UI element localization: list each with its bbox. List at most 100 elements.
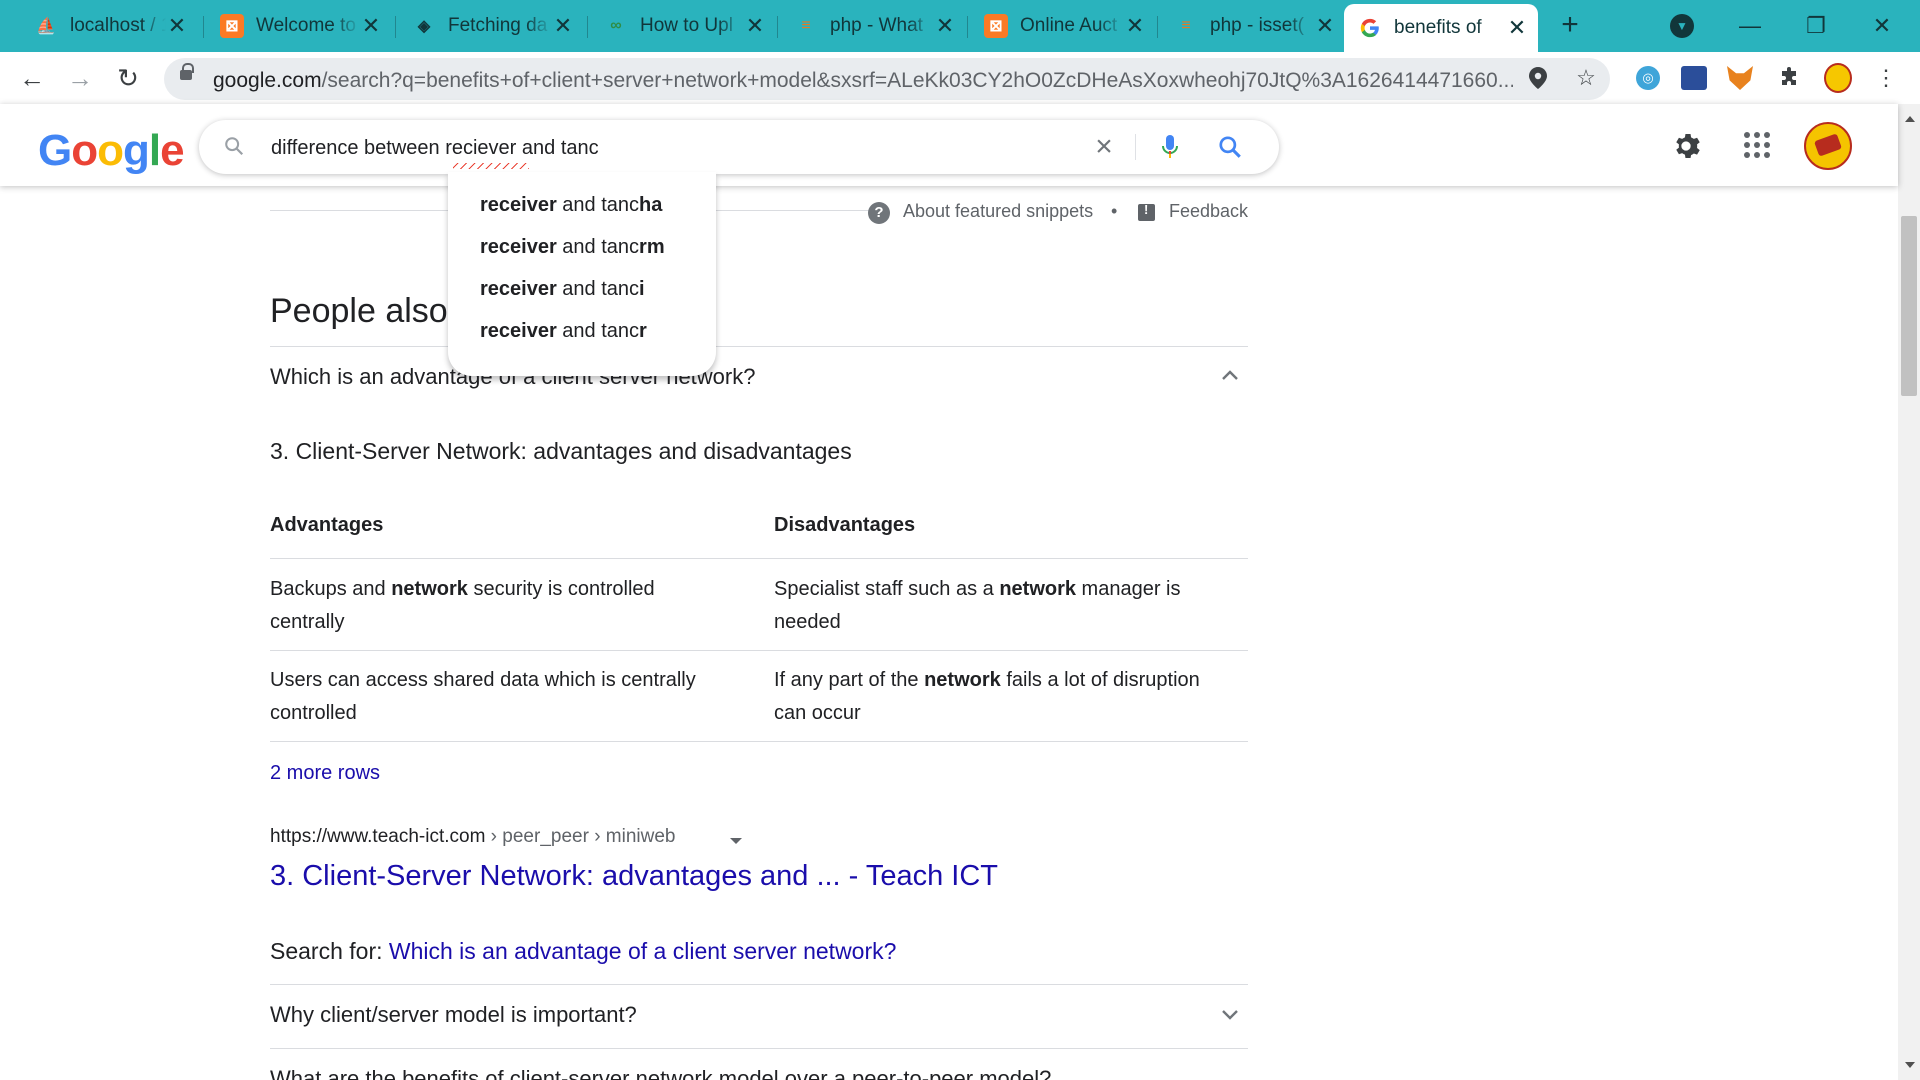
- location-pin-icon[interactable]: [1524, 64, 1552, 92]
- tab-php-what[interactable]: ≡ php - What ✕: [780, 6, 966, 46]
- tab-separator: [395, 16, 396, 38]
- profile-avatar-small[interactable]: [1824, 63, 1852, 93]
- search-input[interactable]: [271, 134, 1051, 162]
- minimize-button[interactable]: —: [1720, 6, 1780, 46]
- cell-text: Backups and: [270, 578, 392, 600]
- close-tab-icon[interactable]: ✕: [1506, 15, 1528, 41]
- divider: [270, 346, 1248, 347]
- help-circle-icon[interactable]: ?: [868, 202, 890, 224]
- tab-localhost[interactable]: ⛵ localhost / 1 ✕: [20, 6, 198, 46]
- suggestion-item[interactable]: receiver and tanci: [448, 268, 716, 310]
- table-cell-disadvantage: If any part of the network fails a lot o…: [774, 664, 1234, 730]
- geeksforgeeks-icon: ∞: [610, 17, 622, 34]
- suggestion-item[interactable]: receiver and tancrm: [448, 226, 716, 268]
- close-tab-icon[interactable]: ✕: [934, 13, 956, 39]
- divider: [270, 984, 1248, 985]
- account-avatar[interactable]: [1804, 122, 1852, 170]
- tab-welcome[interactable]: ⊠ Welcome to ✕: [206, 6, 392, 46]
- search-submit-icon[interactable]: [1217, 134, 1243, 160]
- tab-strip: ⛵ localhost / 1 ✕ ⊠ Welcome to ✕ ◈ Fetch…: [0, 0, 1920, 52]
- cite-menu-caret-icon[interactable]: [730, 838, 742, 844]
- tab-separator: [203, 16, 204, 38]
- table-divider: [270, 650, 1248, 651]
- google-icon: [1358, 16, 1382, 40]
- column-header-advantages: Advantages: [270, 514, 384, 536]
- scroll-thumb[interactable]: [1901, 216, 1917, 396]
- bold-keyword: network: [999, 578, 1076, 600]
- close-tab-icon[interactable]: ✕: [1314, 13, 1336, 39]
- about-featured-snippets-link[interactable]: About featured snippets: [903, 201, 1093, 222]
- bold-keyword: network: [924, 669, 1001, 691]
- suggestion-item[interactable]: receiver and tancr: [448, 310, 716, 352]
- bookmark-star-icon[interactable]: ☆: [1572, 64, 1600, 92]
- forward-arrow-icon[interactable]: →: [62, 60, 98, 96]
- close-window-button[interactable]: ✕: [1852, 6, 1912, 46]
- people-also-ask-heading: People also: [270, 292, 448, 330]
- search-icon: [225, 137, 244, 156]
- metamask-fox-icon[interactable]: [1726, 64, 1754, 92]
- google-logo[interactable]: Google: [38, 126, 185, 176]
- settings-gear-icon[interactable]: [1672, 130, 1704, 162]
- search-for-link[interactable]: Which is an advantage of a client server…: [389, 938, 897, 964]
- chrome-menu-icon[interactable]: ⋮: [1872, 64, 1900, 92]
- cell-text: If any part of the: [774, 669, 925, 691]
- feedback-icon[interactable]: [1138, 202, 1155, 221]
- cell-text: Users can access shared data which is ce…: [270, 669, 696, 724]
- extension-shield-icon[interactable]: ◎: [1634, 64, 1662, 92]
- microphone-icon[interactable]: [1157, 133, 1183, 161]
- clear-search-icon[interactable]: ×: [1089, 132, 1119, 162]
- codegrepper-icon: ◈: [417, 18, 431, 35]
- search-for-line: Search for: Which is an advantage of a c…: [270, 938, 897, 964]
- chevron-down-icon[interactable]: [1220, 1004, 1240, 1024]
- paa-question[interactable]: Why client/server model is important?: [270, 1002, 637, 1028]
- close-tab-icon[interactable]: ✕: [744, 13, 766, 39]
- feedback-link[interactable]: Feedback: [1169, 201, 1248, 222]
- answer-title: 3. Client-Server Network: advantages and…: [270, 438, 852, 464]
- separator-dot: •: [1111, 201, 1118, 221]
- scroll-up-arrow-icon[interactable]: [1905, 116, 1915, 122]
- tab-separator: [587, 16, 588, 38]
- paa-question[interactable]: What are the benefits of client-server n…: [270, 1066, 1051, 1080]
- table-cell-advantage: Backups and network security is controll…: [270, 573, 730, 639]
- page-scrollbar[interactable]: [1898, 104, 1920, 1080]
- url-text[interactable]: google.com/search?q=benefits+of+client+s…: [213, 69, 1513, 93]
- restore-button[interactable]: ❐: [1786, 6, 1846, 46]
- table-cell-advantage: Users can access shared data which is ce…: [270, 664, 730, 730]
- close-tab-icon[interactable]: ✕: [1124, 13, 1146, 39]
- search-results: ? About featured snippets • Feedback Peo…: [0, 186, 1898, 1080]
- result-cite[interactable]: https://www.teach-ict.com › peer_peer › …: [270, 826, 676, 848]
- cast-extension-icon[interactable]: [1680, 64, 1708, 92]
- xampp-icon: ⊠: [220, 14, 244, 38]
- lock-icon[interactable]: [180, 63, 194, 80]
- extensions-puzzle-icon[interactable]: [1776, 64, 1804, 92]
- google-apps-icon[interactable]: [1744, 132, 1770, 158]
- search-divider: [1135, 134, 1136, 160]
- cell-text: Specialist staff such as a: [774, 578, 1000, 600]
- close-tab-icon[interactable]: ✕: [360, 13, 382, 39]
- phpmyadmin-icon: ⛵: [36, 18, 56, 35]
- suggestion-item[interactable]: receiver and tancha: [448, 184, 716, 226]
- tab-fetching[interactable]: ◈ Fetching da ✕: [398, 6, 584, 46]
- tab-benefits-of[interactable]: benefits of ✕: [1344, 4, 1538, 52]
- tab-search-icon[interactable]: ▼: [1670, 14, 1694, 38]
- column-header-disadvantages: Disadvantages: [774, 514, 916, 536]
- tab-php-isset[interactable]: ≡ php - isset( ✕: [1160, 6, 1346, 46]
- close-tab-icon[interactable]: ✕: [166, 13, 188, 39]
- table-divider: [270, 558, 1248, 559]
- new-tab-button[interactable]: +: [1552, 8, 1588, 44]
- back-arrow-icon[interactable]: ←: [14, 60, 50, 96]
- table-cell-disadvantage: Specialist staff such as a network manag…: [774, 573, 1234, 639]
- chevron-up-icon[interactable]: [1220, 366, 1240, 386]
- tab-online-auction[interactable]: ⊠ Online Auct ✕: [970, 6, 1156, 46]
- reload-icon[interactable]: ↻: [110, 60, 146, 96]
- stackoverflow-icon: ≡: [801, 17, 811, 34]
- search-box[interactable]: ×: [199, 120, 1279, 174]
- scroll-down-arrow-icon[interactable]: [1905, 1062, 1915, 1068]
- google-header: Google ×: [0, 104, 1898, 186]
- close-tab-icon[interactable]: ✕: [552, 13, 574, 39]
- result-title-link[interactable]: 3. Client-Server Network: advantages and…: [270, 860, 998, 893]
- tab-separator: [967, 16, 968, 38]
- xampp-icon: ⊠: [984, 14, 1008, 38]
- tab-how-to-upload[interactable]: ∞ How to Upl ✕: [590, 6, 776, 46]
- more-rows-link[interactable]: 2 more rows: [270, 762, 380, 785]
